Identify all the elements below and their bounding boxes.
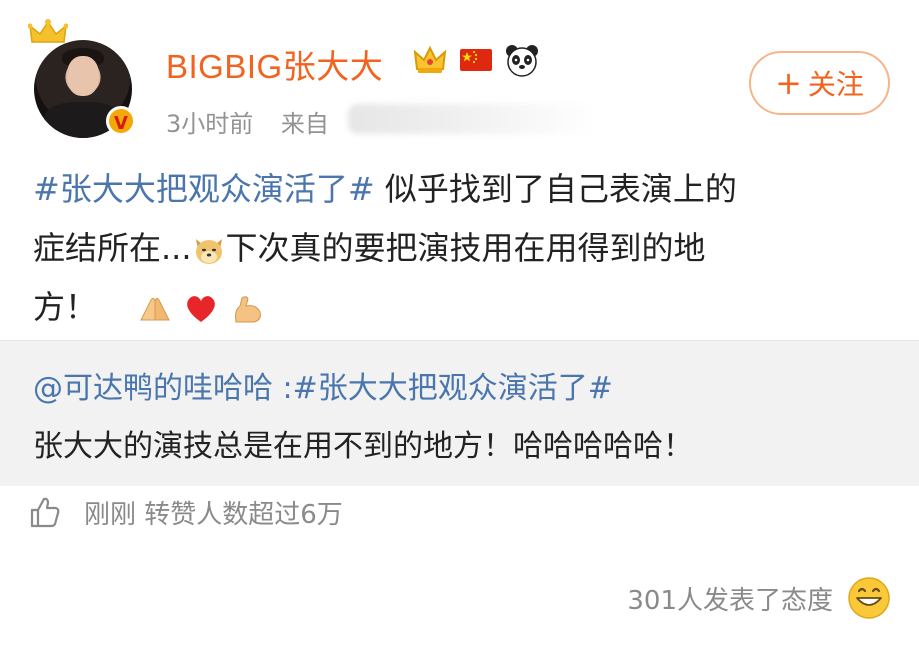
avatar-face: [67, 56, 99, 96]
avatar-container[interactable]: V: [28, 19, 136, 138]
doge-icon: [195, 239, 222, 264]
crown-badge-icon[interactable]: [412, 42, 448, 78]
verified-v-icon: V: [106, 106, 136, 136]
repost-author-link[interactable]: @可达鸭的哇哈哈: [33, 371, 273, 406]
user-badges: [412, 42, 540, 78]
post-line-3: 方！: [33, 278, 883, 337]
post-time: 3小时前: [166, 110, 254, 138]
thumbs-up-icon[interactable]: [28, 495, 62, 529]
blurred-source: [348, 104, 598, 134]
post-content: #张大大把观众演活了# 似乎找到了自己表演上的 症结所在... 下次真的要把演技…: [33, 160, 883, 337]
post-text-3: 下次真的要把演技用在用得到的地: [225, 229, 706, 267]
post-header: V BIGBIG张大大 3小时前 来自 + 关注: [0, 0, 919, 150]
repost-topic-link[interactable]: :#张大大把观众演活了#: [273, 371, 613, 406]
post-text-2: 症结所在...: [33, 229, 192, 267]
grinning-face-icon[interactable]: [847, 576, 891, 620]
reaction-count: 301人发表了态度: [627, 585, 833, 616]
post-line-1: #张大大把观众演活了# 似乎找到了自己表演上的: [33, 160, 883, 219]
praying-hands-icon: [140, 297, 170, 321]
plus-icon: +: [775, 64, 802, 102]
follow-label: 关注: [807, 68, 864, 101]
repost-box[interactable]: @可达鸭的哇哈哈 :#张大大把观众演活了# 张大大的演技总是在用不到的地方！哈哈…: [0, 340, 919, 486]
post-text-4: 方！: [33, 288, 98, 326]
panda-icon[interactable]: [504, 42, 540, 78]
flexed-biceps-icon: [234, 296, 261, 323]
china-flag-icon[interactable]: [458, 42, 494, 78]
repost-header: @可达鸭的哇哈哈 :#张大大把观众演活了#: [33, 363, 613, 407]
follow-button[interactable]: + 关注: [749, 51, 890, 115]
post-line-2: 症结所在... 下次真的要把演技用在用得到的地: [33, 219, 883, 278]
avatar-crown-icon: [28, 19, 68, 43]
like-row[interactable]: 刚刚 转赞人数超过6万: [28, 490, 343, 534]
post-source-prefix: 来自: [280, 110, 329, 138]
post-meta: 3小时前 来自: [166, 104, 349, 139]
username[interactable]: BIGBIG张大大: [166, 40, 383, 88]
post-text-1: 似乎找到了自己表演上的: [374, 170, 737, 208]
reaction-row[interactable]: 301人发表了态度: [627, 576, 891, 620]
like-summary: 刚刚 转赞人数超过6万: [84, 499, 343, 530]
topic-link[interactable]: #张大大把观众演活了#: [33, 170, 375, 208]
red-heart-icon: [187, 296, 216, 322]
repost-text: 张大大的演技总是在用不到的地方！哈哈哈哈哈！: [33, 429, 693, 464]
